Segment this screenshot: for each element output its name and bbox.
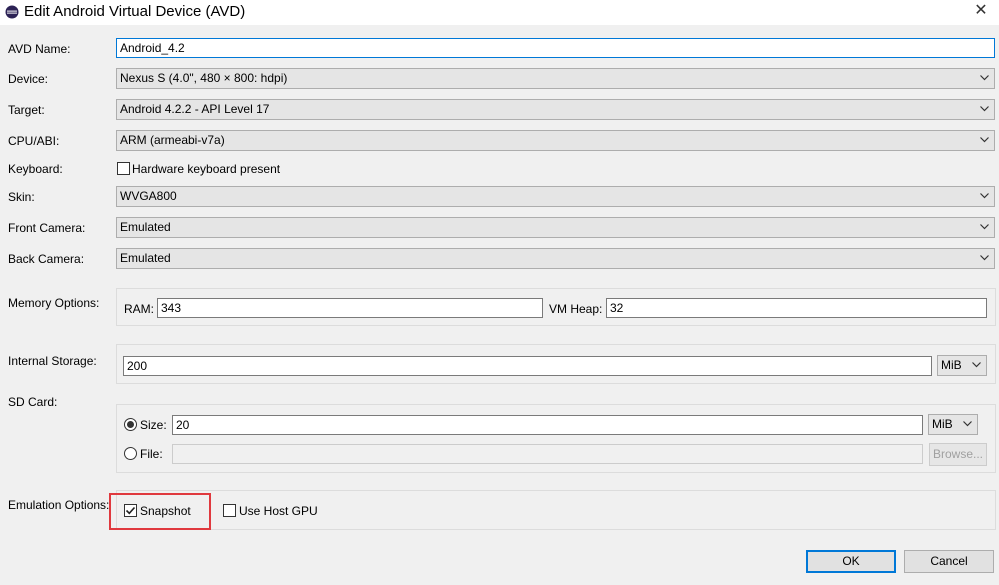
vm-heap-input[interactable]: 32 (606, 298, 987, 318)
internal-storage-input[interactable]: 200 (123, 356, 932, 376)
chevron-down-icon (980, 106, 989, 112)
back-camera-label: Back Camera: (8, 252, 85, 266)
use-host-gpu-checkbox[interactable] (223, 504, 236, 517)
chevron-down-icon (972, 362, 981, 368)
radio-selected-dot (127, 421, 134, 428)
browse-button[interactable]: Browse... (929, 443, 987, 466)
sd-file-radio[interactable] (124, 447, 137, 460)
target-value: Android 4.2.2 - API Level 17 (120, 102, 270, 116)
chevron-down-icon (980, 137, 989, 143)
cancel-button[interactable]: Cancel (904, 550, 994, 573)
skin-value: WVGA800 (120, 189, 177, 203)
skin-label: Skin: (8, 190, 35, 204)
title-bar: Edit Android Virtual Device (AVD) ✕ (0, 0, 999, 25)
hardware-keyboard-checkbox-label[interactable]: Hardware keyboard present (132, 161, 280, 177)
cpu-abi-select[interactable]: ARM (armeabi-v7a) (116, 130, 995, 151)
sd-file-input[interactable] (172, 444, 923, 464)
cpu-abi-label: CPU/ABI: (8, 134, 60, 148)
chevron-down-icon (980, 255, 989, 261)
close-button[interactable]: ✕ (967, 0, 995, 24)
target-label: Target: (8, 103, 45, 117)
front-camera-select[interactable]: Emulated (116, 217, 995, 238)
back-camera-value: Emulated (120, 251, 171, 265)
chevron-down-icon (963, 421, 972, 427)
internal-storage-label: Internal Storage: (8, 354, 97, 368)
keyboard-label: Keyboard: (8, 162, 63, 176)
vm-heap-label: VM Heap: (549, 302, 603, 316)
chevron-down-icon (980, 224, 989, 230)
sd-size-radio[interactable] (124, 418, 137, 431)
sd-size-input[interactable]: 20 (172, 415, 923, 435)
sd-size-label[interactable]: Size: (140, 417, 167, 433)
use-host-gpu-checkbox-label[interactable]: Use Host GPU (239, 503, 318, 519)
sd-size-unit-value: MiB (932, 417, 953, 431)
ram-label: RAM: (124, 302, 154, 316)
hardware-keyboard-checkbox[interactable] (117, 162, 130, 175)
chevron-down-icon (980, 75, 989, 81)
ram-input[interactable]: 343 (157, 298, 543, 318)
back-camera-select[interactable]: Emulated (116, 248, 995, 269)
eclipse-icon (5, 5, 19, 19)
emulation-options-label: Emulation Options: (8, 498, 110, 512)
sd-card-label: SD Card: (8, 395, 58, 409)
device-value: Nexus S (4.0", 480 × 800: hdpi) (120, 71, 288, 85)
sd-size-unit-select[interactable]: MiB (928, 414, 978, 435)
skin-select[interactable]: WVGA800 (116, 186, 995, 207)
target-select[interactable]: Android 4.2.2 - API Level 17 (116, 99, 995, 120)
sd-file-label[interactable]: File: (140, 446, 163, 462)
ok-button[interactable]: OK (806, 550, 896, 573)
device-label: Device: (8, 72, 49, 86)
memory-options-label: Memory Options: (8, 296, 100, 310)
close-icon: ✕ (974, 2, 988, 19)
front-camera-value: Emulated (120, 220, 171, 234)
avd-name-label: AVD Name: (8, 42, 71, 56)
snapshot-highlight-box (109, 493, 211, 530)
window-title: Edit Android Virtual Device (AVD) (24, 3, 246, 20)
internal-storage-unit-value: MiB (941, 358, 962, 372)
avd-name-input[interactable]: Android_4.2 (116, 38, 995, 58)
front-camera-label: Front Camera: (8, 221, 86, 235)
cpu-abi-value: ARM (armeabi-v7a) (120, 133, 225, 147)
chevron-down-icon (980, 193, 989, 199)
internal-storage-unit-select[interactable]: MiB (937, 355, 987, 376)
device-select[interactable]: Nexus S (4.0", 480 × 800: hdpi) (116, 68, 995, 89)
